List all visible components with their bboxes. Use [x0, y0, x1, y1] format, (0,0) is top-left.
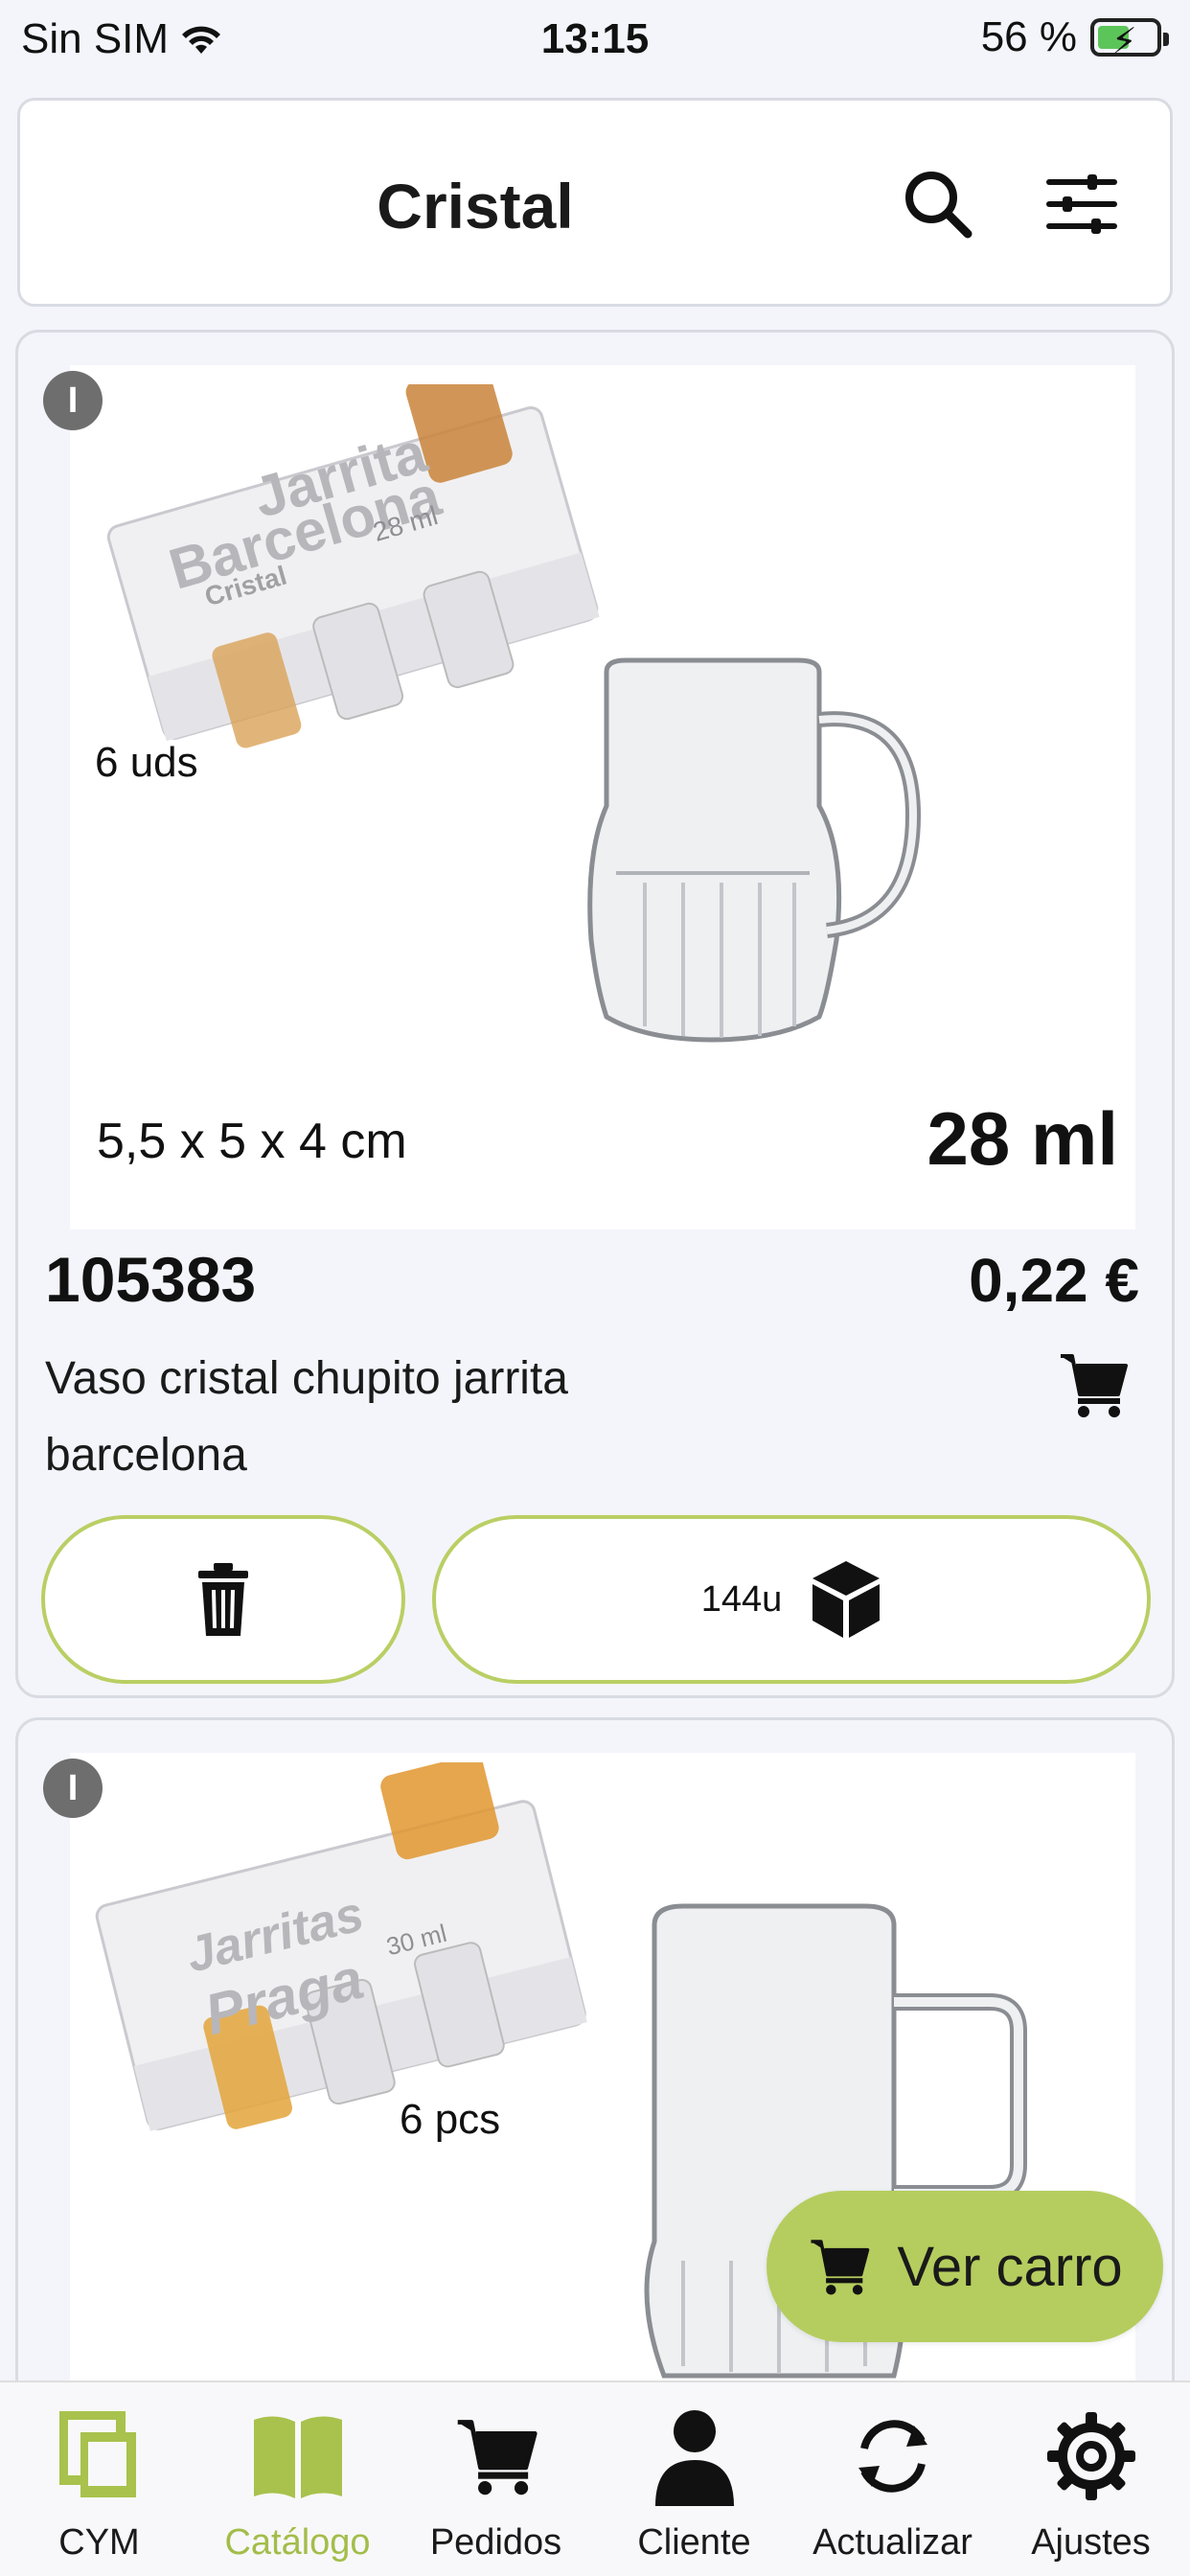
info-badge[interactable]: I	[43, 371, 103, 430]
tab-label: CYM	[58, 2522, 140, 2563]
tab-label: Catálogo	[224, 2522, 371, 2563]
battery-icon: ⚡	[1090, 18, 1169, 62]
filter-button[interactable]	[1036, 158, 1128, 250]
cart-icon	[811, 2240, 870, 2295]
cym-logo-icon	[58, 2411, 136, 2497]
volume-label: 28 ml	[927, 1096, 1118, 1181]
search-icon	[905, 172, 973, 239]
user-icon	[654, 2410, 734, 2506]
quantity-button[interactable]: 144u	[432, 1515, 1151, 1684]
refresh-icon	[858, 2420, 927, 2493]
quantity-label: 144u	[700, 1578, 783, 1620]
tab-actualizar[interactable]: Actualizar	[793, 2382, 992, 2576]
tab-cym[interactable]: CYM	[0, 2382, 198, 2576]
status-bar: Sin SIM 13:15 56 % ⚡	[0, 0, 1190, 77]
cart-icon	[1061, 1354, 1128, 1417]
dimensions-label: 5,5 x 5 x 4 cm	[97, 1114, 407, 1169]
tab-ajustes[interactable]: Ajustes	[992, 2382, 1190, 2576]
product-code: 105383	[45, 1244, 257, 1315]
battery-percentage: 56 %	[980, 13, 1077, 60]
tab-label: Ajustes	[1031, 2522, 1151, 2563]
tab-label: Pedidos	[429, 2522, 562, 2563]
tab-label: Actualizar	[812, 2522, 973, 2563]
units-label: 6 pcs	[400, 2096, 501, 2143]
book-icon	[253, 2416, 342, 2498]
units-label: 6 uds	[95, 739, 198, 786]
status-battery: 56 % ⚡	[980, 13, 1169, 62]
product-description: Vaso cristal chupito jarrita barcelona	[45, 1353, 568, 1481]
product-price: 0,22 €	[969, 1246, 1139, 1315]
view-cart-label: Ver carro	[897, 2235, 1123, 2298]
tab-pedidos[interactable]: Pedidos	[397, 2382, 595, 2576]
cart-icon	[457, 2420, 538, 2496]
bottom-tab-bar: CYM Catálogo Pedidos Cliente Actualizar …	[0, 2380, 1190, 2576]
box-icon	[812, 1561, 881, 1638]
search-header: Cristal	[17, 98, 1173, 307]
tab-catalogo[interactable]: Catálogo	[198, 2382, 397, 2576]
gear-icon	[1046, 2412, 1135, 2500]
sliders-icon	[1046, 174, 1117, 234]
add-to-cart-button[interactable]	[1057, 1348, 1133, 1425]
product-card[interactable]: I Jarrita Barcelona Cristal 28 ml 6 uds	[15, 330, 1175, 1698]
glass-mug-illustration	[587, 657, 922, 1043]
page-title: Cristal	[377, 171, 574, 242]
tab-cliente[interactable]: Cliente	[595, 2382, 793, 2576]
view-cart-button[interactable]: Ver carro	[767, 2191, 1163, 2342]
delete-button[interactable]	[41, 1515, 405, 1684]
trash-icon	[198, 1563, 248, 1636]
product-image: Jarrita Barcelona Cristal 28 ml 6 uds 5,…	[70, 365, 1135, 1230]
info-badge[interactable]: I	[43, 1759, 103, 1818]
tab-label: Cliente	[637, 2522, 751, 2563]
search-button[interactable]	[892, 158, 984, 250]
